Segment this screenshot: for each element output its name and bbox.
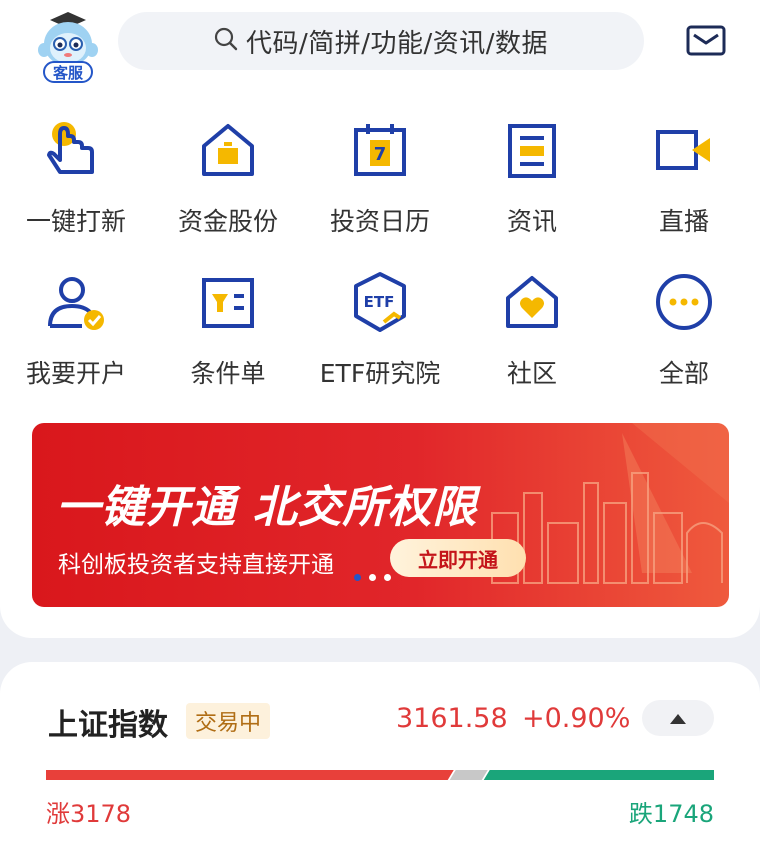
menu-label: 条件单 [190,359,266,388]
mail-icon[interactable] [686,24,726,62]
caret-up-icon [670,709,686,728]
menu-item-community[interactable]: 社区 [456,264,608,416]
menu-item-ipo[interactable]: 一键打新 [0,112,152,264]
banner-subtitle: 科创板投资者支持直接开通 [58,552,334,578]
menu-label: 全部 [658,359,709,388]
function-grid: 一键打新 资金股份 7 投资日历 资讯 直播 我要开户 条件单 ETF ETF研… [0,112,760,416]
menu-item-etf-institute[interactable]: ETF ETF研究院 [304,264,456,416]
index-change-percent: +0.90% [522,703,631,734]
customer-service-avatar[interactable]: 客服 [36,10,100,84]
menu-item-all[interactable]: 全部 [608,264,760,416]
etf-badge-icon: ETF [348,270,412,334]
calendar-icon: 7 [348,118,412,182]
carousel-dot[interactable] [384,574,391,581]
svg-text:ETF: ETF [364,293,395,311]
menu-item-live[interactable]: 直播 [608,112,760,264]
more-dots-icon [652,270,716,334]
menu-label: 直播 [658,207,709,236]
collapse-toggle-button[interactable] [642,700,714,736]
index-name[interactable]: 上证指数 [48,700,168,744]
carousel-dot[interactable] [369,574,376,581]
up-segment [46,770,454,780]
function-row-2: 我要开户 条件单 ETF ETF研究院 社区 全部 [0,264,760,416]
menu-label: 投资日历 [329,207,430,236]
community-heart-icon [500,270,564,334]
menu-item-calendar[interactable]: 7 投资日历 [304,112,456,264]
menu-label: 一键打新 [25,207,126,236]
menu-label: ETF研究院 [319,359,441,388]
index-price: 3161.58 [396,703,508,734]
menu-item-news[interactable]: 资讯 [456,112,608,264]
condition-order-icon [196,270,260,334]
menu-label: 资讯 [506,207,557,236]
menu-item-condition-order[interactable]: 条件单 [152,264,304,416]
house-wallet-icon [196,118,260,182]
decliners-count: 跌1748 [628,800,714,828]
menu-item-open-account[interactable]: 我要开户 [0,264,152,416]
neutral-segment [449,770,488,780]
search-bar[interactable]: 代码/简拼/功能/资讯/数据 [118,12,644,70]
menu-label: 社区 [506,359,557,388]
menu-item-funds[interactable]: 资金股份 [152,112,304,264]
tap-hand-icon [44,118,108,182]
search-placeholder: 代码/简拼/功能/资讯/数据 [245,28,549,59]
carousel-indicator [354,574,391,581]
up-down-ratio-bar [46,770,714,780]
user-check-icon [44,270,108,334]
advancers-count: 涨3178 [46,800,132,828]
carousel-dot-active[interactable] [354,574,361,581]
news-icon [500,118,564,182]
video-camera-icon [652,118,716,182]
menu-label: 我要开户 [25,359,126,388]
svg-text:7: 7 [374,144,387,165]
menu-label: 资金股份 [177,207,278,236]
search-icon [214,27,238,55]
service-label: 客服 [52,64,83,82]
function-row-1: 一键打新 资金股份 7 投资日历 资讯 直播 [0,112,760,264]
trading-status-badge: 交易中 [186,703,271,739]
open-now-button[interactable]: 立即开通 [390,539,526,577]
banner-title: 一键开通 北交所权限 [56,482,478,533]
down-segment [483,770,714,780]
